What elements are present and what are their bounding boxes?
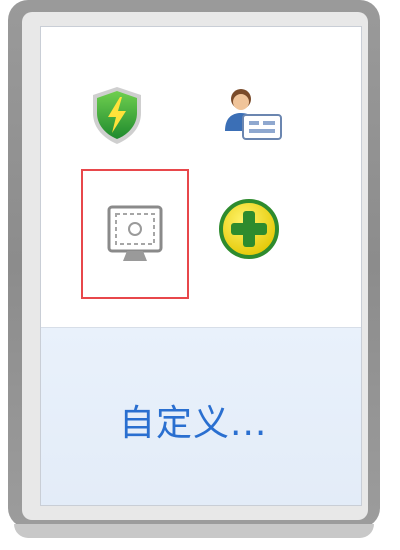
tray-overflow-content: 自定义...: [40, 26, 362, 506]
popup-frame-shadow: [14, 524, 374, 538]
tray-item-add[interactable]: [217, 197, 317, 297]
shield-icon: [93, 87, 141, 144]
add-plus-icon: [219, 199, 279, 259]
screen-capture-icon: [107, 205, 163, 261]
user-contact-icon: [225, 89, 282, 140]
tray-icon-grid: [41, 27, 361, 327]
tray-footer: 自定义...: [41, 328, 361, 505]
customize-link[interactable]: 自定义...: [119, 394, 267, 446]
tray-item-screen-capture[interactable]: [81, 169, 189, 299]
tray-item-security[interactable]: [87, 83, 187, 183]
tray-item-user[interactable]: [217, 83, 317, 183]
